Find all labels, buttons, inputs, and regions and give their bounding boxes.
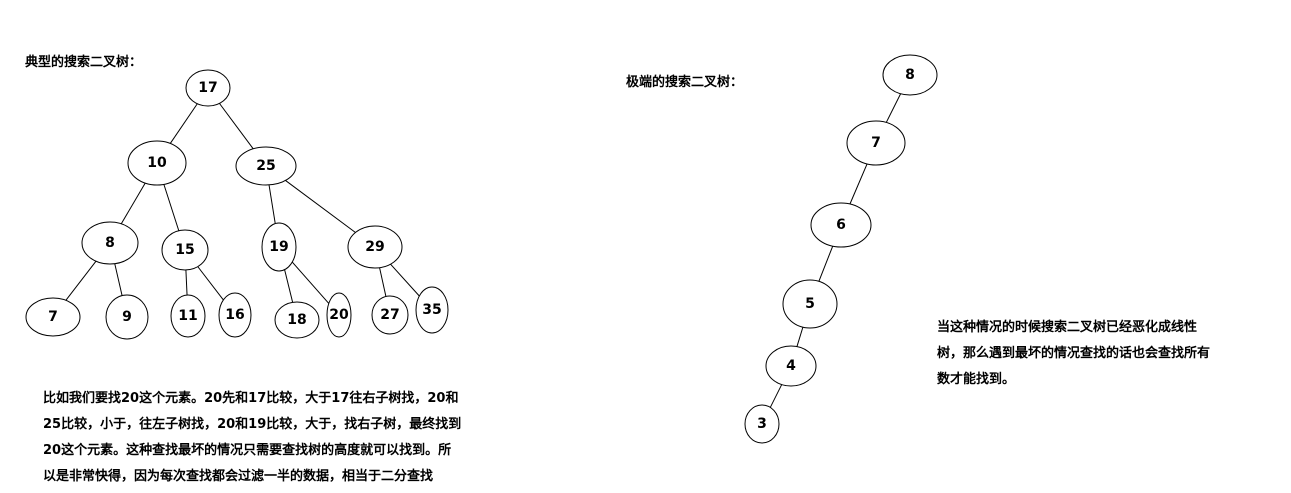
extreme-edge-e6-e5 [818, 245, 834, 282]
typical-edge-n10-n15 [163, 184, 180, 231]
extreme-node-e8: 8 [882, 54, 938, 96]
node-label: 18 [287, 312, 306, 328]
typical-edge-n15-n11 [185, 269, 188, 296]
typical-edge-n17-n25 [219, 103, 254, 150]
node-label: 35 [422, 302, 441, 318]
typical-explanation-line-4: 以是非常快得，因为每次查找都会过滤一半的数据，相当于二分查找 [43, 469, 434, 484]
extreme-edge-e8-e7 [885, 93, 902, 123]
extreme-explanation-line-1: 当这种情况的时候搜索二叉树已经恶化成线性 [937, 320, 1198, 335]
extreme-node-e6: 6 [810, 202, 872, 248]
typical-edge-n29-n27 [379, 267, 387, 297]
typical-edge-n25-n29 [285, 180, 356, 233]
typical-edge-n19-n18 [284, 269, 294, 303]
extreme-edge-e7-e6 [849, 163, 868, 205]
node-label: 17 [198, 80, 217, 96]
typical-node-n29: 29 [347, 225, 403, 269]
typical-node-n16: 16 [218, 292, 252, 338]
typical-edge-n19-n20 [291, 261, 330, 304]
node-label: 29 [365, 239, 384, 255]
typical-node-n10: 10 [127, 140, 187, 186]
node-label: 9 [122, 309, 132, 325]
typical-node-n8: 8 [81, 221, 139, 265]
node-label: 7 [48, 309, 58, 325]
extreme-tree-title: 极端的搜索二叉树： [626, 75, 744, 90]
typical-node-n25: 25 [235, 146, 297, 186]
extreme-explanation-line-3: 数才能找到。 [937, 372, 1016, 387]
typical-edge-n29-n35 [390, 263, 420, 297]
typical-edge-n8-n7 [65, 260, 97, 301]
node-label: 11 [178, 308, 197, 324]
node-label: 25 [256, 158, 275, 174]
typical-explanation-line-1: 比如我们要找20这个元素。20先和17比较，大于17往右子树找，20和 [43, 391, 459, 406]
typical-explanation-line-3: 20这个元素。这种查找最坏的情况只需要查找树的高度就可以找到。所 [43, 443, 452, 458]
typical-node-n27: 27 [371, 295, 409, 335]
typical-node-n17: 17 [185, 69, 231, 107]
node-label: 16 [225, 307, 244, 323]
typical-node-n7: 7 [25, 297, 81, 337]
extreme-explanation-line-2: 树，那么遇到最坏的情况查找的话也会查找所有 [937, 346, 1211, 361]
node-label: 27 [380, 307, 399, 323]
typical-edge-n15-n16 [197, 266, 224, 301]
node-label: 20 [329, 307, 349, 323]
extreme-node-e4: 4 [765, 345, 817, 387]
typical-node-n9: 9 [105, 294, 149, 340]
typical-edge-n10-n8 [120, 182, 146, 225]
extreme-node-e5: 5 [782, 279, 838, 329]
typical-node-n20: 20 [326, 292, 352, 338]
typical-edge-n8-n9 [114, 263, 123, 296]
typical-tree-explanation: 比如我们要找20这个元素。20先和17比较，大于17往右子树找，20和 25比较… [43, 386, 461, 490]
node-label: 10 [147, 155, 167, 171]
node-label: 19 [269, 239, 288, 255]
extreme-edge-e4-e3 [769, 384, 783, 408]
typical-node-n19: 19 [261, 222, 297, 272]
typical-node-n35: 35 [415, 286, 449, 334]
node-label: 15 [175, 242, 194, 258]
extreme-tree-explanation: 当这种情况的时候搜索二叉树已经恶化成线性 树，那么遇到最坏的情况查找的话也会查找… [937, 315, 1210, 393]
nodes-layer: 17 10 25 8 15 19 29 7 9 11 16 18 20 27 35 8 7 6 5 4 3 [25, 54, 938, 444]
node-label: 4 [786, 358, 796, 374]
extreme-node-e7: 7 [846, 120, 906, 166]
extreme-edge-e5-e4 [796, 327, 804, 347]
node-label: 7 [871, 135, 881, 151]
node-label: 5 [805, 296, 815, 312]
typical-node-n18: 18 [274, 301, 320, 339]
typical-node-n11: 11 [170, 294, 206, 338]
typical-tree-title: 典型的搜索二叉树： [25, 55, 143, 70]
node-label: 6 [836, 217, 846, 233]
typical-node-n15: 15 [161, 229, 209, 271]
typical-edge-n25-n19 [268, 184, 276, 224]
typical-edge-n17-n10 [169, 103, 198, 144]
typical-explanation-line-2: 25比较，小于，往左子树找，20和19比较，大于，找右子树，最终找到 [43, 417, 462, 432]
node-label: 8 [105, 235, 115, 251]
extreme-node-e3: 3 [744, 404, 780, 444]
node-label: 3 [757, 416, 767, 432]
node-label: 8 [905, 67, 915, 83]
